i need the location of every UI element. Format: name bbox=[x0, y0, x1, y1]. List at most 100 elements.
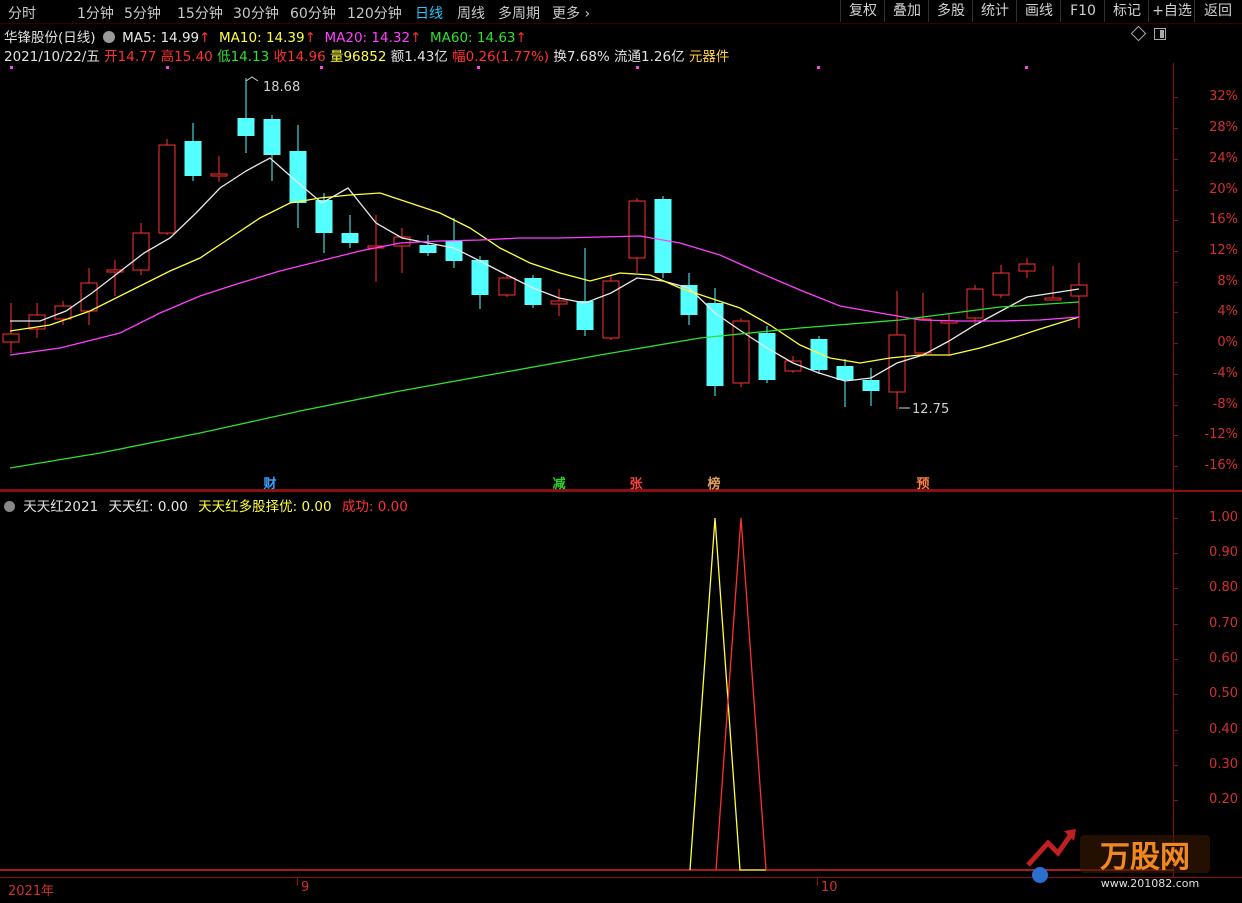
tab-15min[interactable]: 15分钟 bbox=[177, 3, 223, 23]
axis-label: 0.30 bbox=[1209, 757, 1238, 772]
brand-url: www.201082.com bbox=[1101, 877, 1199, 890]
ma5-value: 14.99 bbox=[160, 30, 200, 46]
date-label-year: 2021年 bbox=[8, 884, 55, 899]
candle-body-down bbox=[263, 119, 281, 155]
candle-body-up bbox=[914, 318, 932, 354]
candle-body-down bbox=[758, 333, 776, 380]
tab-multi-period[interactable]: 多周期 bbox=[498, 3, 540, 23]
period-toolbar: 分时 1分钟 5分钟 15分钟 30分钟 60分钟 120分钟 日线 周线 多周… bbox=[0, 0, 1242, 24]
mark-button[interactable]: 标记 bbox=[1104, 0, 1149, 22]
axis-label: -12% bbox=[1204, 427, 1238, 442]
tab-120min[interactable]: 120分钟 bbox=[347, 3, 402, 23]
event-marker[interactable]: 榜 bbox=[706, 473, 722, 492]
axis-label: 20% bbox=[1209, 182, 1238, 197]
date-tick bbox=[817, 878, 818, 886]
signal-dot bbox=[10, 66, 13, 69]
axis-label: 28% bbox=[1209, 120, 1238, 135]
indicator-chart bbox=[0, 517, 1174, 871]
axis-tick bbox=[1174, 97, 1178, 98]
candle-body-up bbox=[1044, 297, 1062, 301]
axis-tick bbox=[1174, 435, 1178, 436]
watermark-graphic: 万股网 www.201082.com bbox=[1026, 829, 1210, 890]
candle-body-down bbox=[184, 141, 202, 176]
axis-label: 0.40 bbox=[1209, 722, 1238, 737]
event-marker[interactable]: 预 bbox=[915, 473, 931, 492]
up-arrow-icon: ↑ bbox=[515, 30, 527, 46]
axis-label: 32% bbox=[1209, 89, 1238, 104]
candle-body-up bbox=[1018, 263, 1036, 272]
axis-tick bbox=[1174, 800, 1178, 801]
candle-body-down bbox=[419, 245, 437, 253]
candle-body-down bbox=[315, 200, 333, 233]
axis-label: 0% bbox=[1217, 335, 1238, 350]
multi-stock-button[interactable]: 多股 bbox=[928, 0, 973, 22]
draw-line-button[interactable]: 画线 bbox=[1016, 0, 1061, 22]
axis-tick bbox=[1174, 624, 1178, 625]
candle-body-up bbox=[210, 173, 228, 177]
candle-body-up bbox=[966, 288, 984, 319]
axis-label: 0.20 bbox=[1209, 792, 1238, 807]
window-toggle-icon[interactable] bbox=[1154, 28, 1166, 40]
candle-body-up bbox=[628, 200, 646, 259]
signal-dot bbox=[1025, 66, 1028, 69]
up-arrow-icon: ↑ bbox=[199, 30, 211, 46]
tab-weekly[interactable]: 周线 bbox=[457, 3, 485, 23]
ma10-value: 14.39 bbox=[265, 30, 305, 46]
ma60-label: MA60: bbox=[429, 30, 473, 46]
candle-body-down bbox=[576, 301, 594, 330]
success-line bbox=[715, 517, 767, 871]
tab-daily[interactable]: 日线 bbox=[415, 3, 443, 23]
event-marker[interactable]: 减 bbox=[551, 473, 567, 492]
dropdown-circle-icon[interactable] bbox=[102, 31, 115, 43]
axis-label: 0.90 bbox=[1209, 545, 1238, 560]
up-arrow-icon: ↑ bbox=[410, 30, 422, 46]
date-label-sep: 9 bbox=[301, 880, 310, 895]
chevron-right-icon: › bbox=[584, 6, 591, 22]
axis-label: 1.00 bbox=[1209, 510, 1238, 525]
brand-text: 万股网 bbox=[1100, 840, 1190, 875]
axis-label: 0.60 bbox=[1209, 651, 1238, 666]
signal-dot bbox=[636, 66, 639, 69]
event-marker[interactable]: 张 bbox=[628, 473, 644, 492]
tab-minute-line[interactable]: 分时 bbox=[8, 3, 36, 23]
window-toggle-inner bbox=[1160, 30, 1164, 38]
axis-tick bbox=[1174, 405, 1178, 406]
date-label-oct: 10 bbox=[821, 880, 838, 895]
axis-label: 8% bbox=[1217, 274, 1238, 289]
candle-body-up bbox=[992, 272, 1010, 296]
candle-body-down bbox=[810, 339, 828, 370]
axis-label: -16% bbox=[1204, 458, 1238, 473]
tab-1min[interactable]: 1分钟 bbox=[77, 3, 114, 23]
adjust-button[interactable]: 复权 bbox=[840, 0, 885, 22]
tab-30min[interactable]: 30分钟 bbox=[233, 3, 279, 23]
low-mark-label: 12.75 bbox=[912, 402, 949, 417]
f10-button[interactable]: F10 bbox=[1060, 0, 1105, 22]
diamond-icon[interactable] bbox=[1130, 25, 1147, 42]
axis-label: 16% bbox=[1209, 212, 1238, 227]
tab-5min[interactable]: 5分钟 bbox=[124, 3, 161, 23]
tab-60min[interactable]: 60分钟 bbox=[290, 3, 336, 23]
axis-tick bbox=[1174, 343, 1178, 344]
candle-body-down bbox=[471, 260, 489, 295]
signal-dot bbox=[817, 66, 820, 69]
event-marker[interactable]: 财 bbox=[262, 473, 278, 492]
tab-more[interactable]: 更多 › bbox=[552, 3, 590, 23]
quote-row: 2021/10/22/五 开14.77 高15.40 低14.13 收14.96… bbox=[4, 45, 729, 65]
ma20-label: MA20: bbox=[324, 30, 368, 46]
add-watchlist-button[interactable]: +自选 bbox=[1148, 0, 1195, 22]
back-button[interactable]: 返回 bbox=[1194, 0, 1241, 22]
up-arrow-icon: ↑ bbox=[304, 30, 316, 46]
watermark-logo: 万股网 www.201082.com bbox=[1020, 825, 1240, 895]
overlay-button[interactable]: 叠加 bbox=[884, 0, 929, 22]
axis-tick bbox=[1174, 588, 1178, 589]
candle-body-up bbox=[80, 282, 98, 312]
axis-tick bbox=[1174, 466, 1178, 467]
stock-ma-row: 华锋股份(日线) MA5: 14.99↑ MA10: 14.39↑ MA20: … bbox=[4, 26, 527, 46]
ma20-value: 14.32 bbox=[371, 30, 411, 46]
candle-body-up bbox=[158, 144, 176, 234]
axis-tick bbox=[1174, 765, 1178, 766]
tab-more-label: 更多 bbox=[552, 6, 580, 22]
stats-button[interactable]: 统计 bbox=[972, 0, 1017, 22]
axis-label: 4% bbox=[1217, 304, 1238, 319]
axis-tick bbox=[1174, 312, 1178, 313]
